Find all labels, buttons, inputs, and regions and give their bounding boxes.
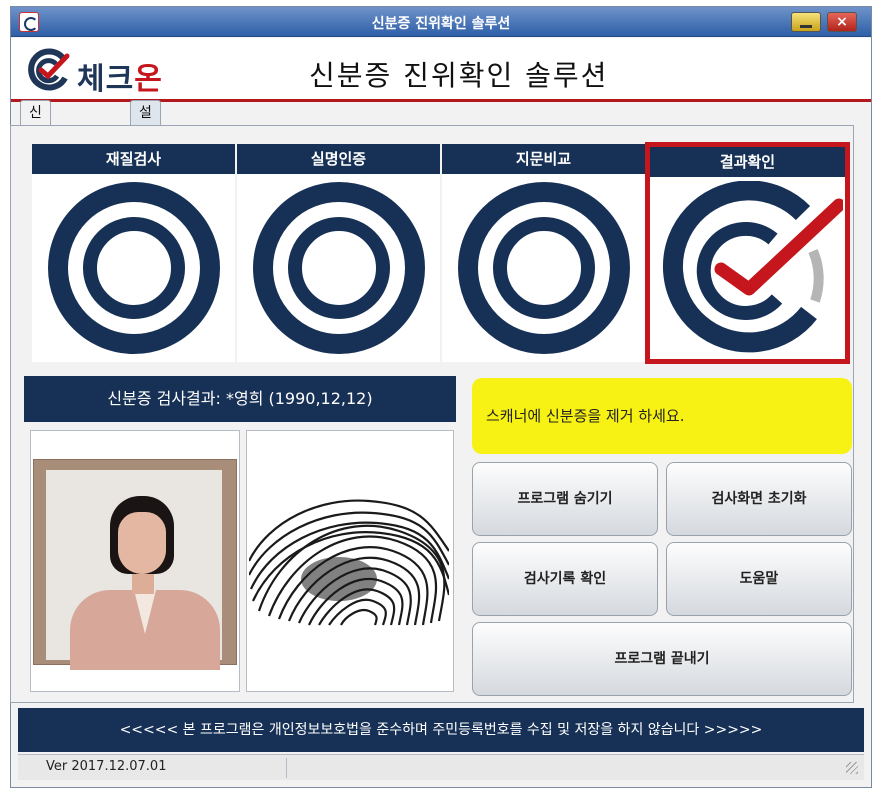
tab-settings[interactable]: 설정: [130, 100, 161, 145]
id-photo-panel: [30, 430, 240, 692]
tab-id-check[interactable]: 신분증검사: [20, 100, 51, 217]
minimize-button[interactable]: [791, 12, 821, 32]
reset-screen-button[interactable]: 검사화면 초기화: [666, 462, 852, 536]
id-photo: [33, 459, 237, 670]
result-summary: 신분증 검사결과: *영희 (1990,12,12): [24, 376, 456, 422]
status-bar: Ver 2017.12.07.01: [18, 754, 864, 780]
logo-wordmark: 체크온: [77, 62, 163, 97]
step-material-check: 재질검사: [32, 144, 235, 362]
step-result-check: 결과확인: [645, 142, 850, 364]
check-logo-icon: [662, 181, 843, 353]
fingerprint-image: [249, 491, 449, 631]
step-label: 결과확인: [650, 147, 845, 177]
step-realname-auth: 실명인증: [237, 144, 440, 362]
app-header: 체크온 신분증 진위확인 솔루션: [11, 38, 871, 102]
step-label: 실명인증: [237, 144, 440, 174]
version-label: Ver 2017.12.07.01: [46, 759, 167, 774]
exit-program-button[interactable]: 프로그램 끝내기: [472, 622, 852, 696]
ring-icon: [47, 182, 220, 354]
close-button[interactable]: ×: [827, 12, 857, 32]
title-bar[interactable]: 신분증 진위확인 솔루션 ×: [11, 7, 871, 37]
privacy-notice: <<<<< 본 프로그램은 개인정보보호법을 준수하며 주민등록번호를 수집 및…: [18, 708, 864, 752]
step-label: 재질검사: [32, 144, 235, 174]
page-title: 신분증 진위확인 솔루션: [309, 59, 609, 92]
step-fingerprint-compare: 지문비교: [442, 144, 645, 362]
help-button[interactable]: 도움말: [666, 542, 852, 616]
resize-grip-icon[interactable]: [846, 762, 858, 774]
check-logo-icon: [28, 48, 70, 91]
window-title: 신분증 진위확인 솔루션: [371, 16, 511, 32]
step-label: 지문비교: [442, 144, 645, 174]
ring-icon: [457, 182, 630, 354]
fingerprint-panel: [246, 430, 454, 692]
ring-icon: [252, 182, 425, 354]
view-history-button[interactable]: 검사기록 확인: [472, 542, 658, 616]
status-divider: [286, 758, 287, 778]
hide-program-button[interactable]: 프로그램 숨기기: [472, 462, 658, 536]
status-message: 스캐너에 신분증을 제거 하세요.: [472, 378, 852, 454]
